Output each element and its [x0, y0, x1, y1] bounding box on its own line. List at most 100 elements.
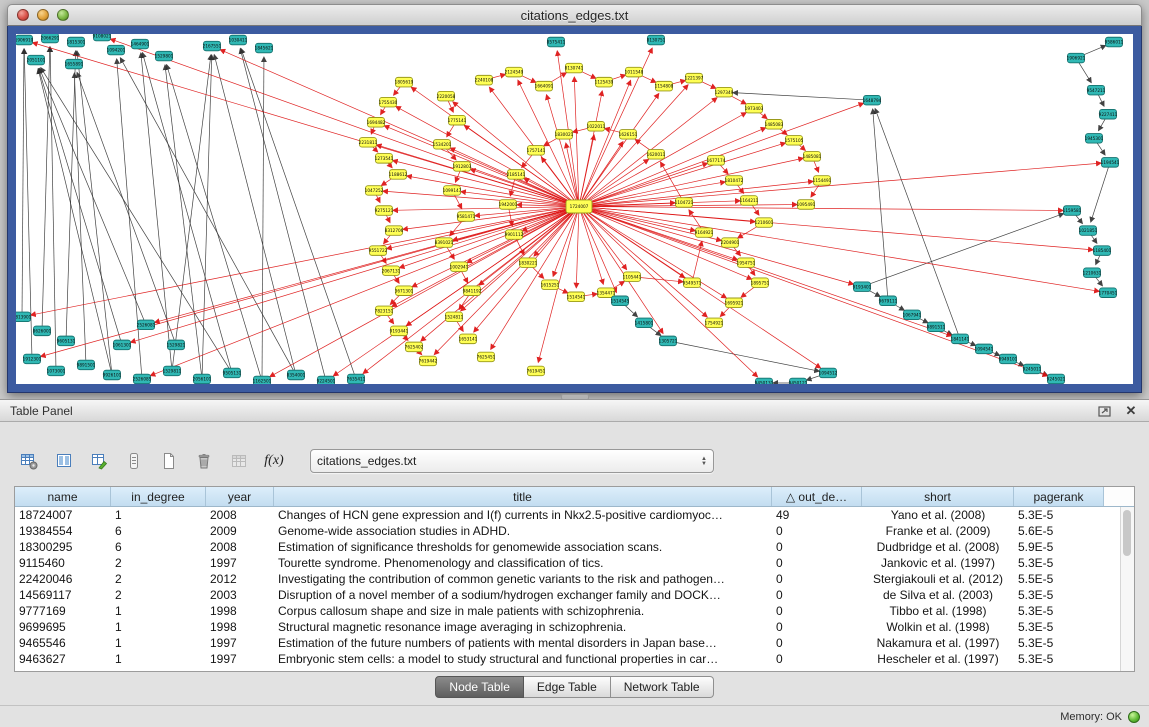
- graph-node[interactable]: 8391021: [435, 238, 454, 248]
- graph-node[interactable]: 1529801: [155, 51, 174, 61]
- graph-node[interactable]: 8130751: [647, 35, 666, 45]
- graph-node[interactable]: 1677174: [707, 156, 726, 166]
- column-header-5[interactable]: short: [862, 487, 1014, 506]
- graph-node[interactable]: 1164211: [740, 196, 759, 206]
- graph-node[interactable]: 1485081: [803, 152, 822, 162]
- graph-node[interactable]: 9841192: [463, 286, 482, 296]
- graph-node[interactable]: 1273541: [375, 154, 394, 164]
- graph-node[interactable]: 1485083: [765, 119, 784, 129]
- graph-node[interactable]: 1775141: [448, 115, 467, 125]
- graph-node[interactable]: 1415801: [635, 318, 654, 328]
- graph-node[interactable]: 9901112: [505, 230, 524, 240]
- graph-node[interactable]: 9245011: [1023, 364, 1042, 374]
- graph-node[interactable]: 1297349: [715, 87, 734, 97]
- graph-node[interactable]: 8130741: [565, 63, 584, 73]
- graph-node[interactable]: 9547211: [1087, 85, 1106, 95]
- graph-node[interactable]: 9193441: [390, 326, 409, 336]
- graph-node[interactable]: 1529821: [167, 340, 186, 350]
- graph-node[interactable]: 2526085: [133, 374, 152, 384]
- graph-node[interactable]: 1125439: [595, 77, 614, 87]
- graph-node[interactable]: 1620011: [647, 150, 666, 160]
- graph-node[interactable]: 1757141: [527, 146, 546, 156]
- graph-node[interactable]: 2204901: [721, 238, 740, 248]
- graph-node[interactable]: 1154808: [655, 81, 674, 91]
- graph-node[interactable]: 1221397: [685, 73, 704, 83]
- table-row[interactable]: 946362711997Embryonic stem cells: a mode…: [15, 651, 1134, 667]
- graph-node[interactable]: 1815301: [67, 37, 86, 47]
- graph-node[interactable]: 9679111: [879, 296, 898, 306]
- graph-node[interactable]: 1524811: [445, 312, 464, 322]
- graph-node[interactable]: 1021851: [1079, 226, 1098, 236]
- graph-node[interactable]: 9505131: [223, 368, 242, 378]
- graph-node[interactable]: 9605131: [57, 336, 76, 346]
- graph-node[interactable]: 2051101: [27, 55, 46, 65]
- close-window-button[interactable]: [17, 9, 29, 21]
- table-selector-dropdown[interactable]: citations_edges.txt ▲▼: [310, 449, 714, 473]
- graph-node[interactable]: 1154491: [813, 176, 832, 186]
- graph-node[interactable]: 1841141: [951, 334, 970, 344]
- close-panel-icon[interactable]: ✕: [1123, 404, 1139, 418]
- graph-node[interactable]: 1895751: [751, 278, 770, 288]
- function-builder-icon[interactable]: f(x): [261, 448, 287, 474]
- graph-node[interactable]: 3671301: [395, 286, 414, 296]
- graph-node[interactable]: 9581471: [457, 212, 476, 222]
- graph-node[interactable]: 1185401: [1093, 246, 1112, 256]
- graph-node[interactable]: 1830221: [519, 258, 538, 268]
- table-row[interactable]: 969969511998Structural magnetic resonanc…: [15, 619, 1134, 635]
- tab-network-table[interactable]: Network Table: [611, 676, 714, 698]
- graph-node[interactable]: 1954751: [737, 258, 756, 268]
- graph-node[interactable]: 1162501: [253, 376, 272, 384]
- graph-node[interactable]: 1615251: [541, 280, 560, 290]
- graph-node[interactable]: 2185141: [507, 170, 526, 180]
- graph-hub-node[interactable]: 1724007: [566, 200, 592, 213]
- graph-node[interactable]: 2231811: [359, 138, 378, 148]
- graph-node[interactable]: 7625402: [405, 342, 424, 352]
- graph-node[interactable]: 8312706: [385, 226, 404, 236]
- graph-node[interactable]: 1626151: [619, 130, 638, 140]
- graph-node[interactable]: 1030411: [229, 35, 248, 45]
- graph-node[interactable]: 1906921: [1067, 53, 1086, 63]
- column-header-0[interactable]: name: [15, 487, 111, 506]
- graph-node[interactable]: 1754921: [705, 318, 724, 328]
- graph-node[interactable]: 1464901: [131, 39, 150, 49]
- new-column-icon[interactable]: [156, 448, 182, 474]
- graph-node[interactable]: 1514541: [567, 292, 586, 302]
- table-row[interactable]: 1830029562008Estimation of significance …: [15, 539, 1134, 555]
- table-row[interactable]: 911546021997Tourette syndrome. Phenomeno…: [15, 555, 1134, 571]
- graph-node[interactable]: 1094201: [107, 45, 126, 55]
- graph-node[interactable]: 1188612: [389, 170, 408, 180]
- graph-node[interactable]: 1655891: [65, 59, 84, 69]
- network-view[interactable]: 1724007180561917554301694482223181112735…: [16, 34, 1133, 384]
- graph-node[interactable]: 9108021: [93, 34, 112, 41]
- graph-node[interactable]: 1073001: [47, 366, 66, 376]
- graph-node[interactable]: 8575411: [547, 37, 566, 47]
- column-header-2[interactable]: year: [206, 487, 274, 506]
- column-header-1[interactable]: in_degree: [111, 487, 206, 506]
- table-row[interactable]: 1938455462009Genome-wide association stu…: [15, 523, 1134, 539]
- graph-node[interactable]: 1194541: [1101, 158, 1120, 168]
- column-header-3[interactable]: title: [274, 487, 772, 506]
- graph-node[interactable]: 1514545: [611, 296, 630, 306]
- table-row[interactable]: 1456911722003Disruption of a novel membe…: [15, 587, 1134, 603]
- graph-node[interactable]: 8354001: [287, 370, 306, 380]
- graph-node[interactable]: 1210631: [1083, 268, 1102, 278]
- graph-node[interactable]: 9891511: [927, 322, 946, 332]
- graph-node[interactable]: 7625451: [477, 352, 496, 362]
- table-row[interactable]: 977716911998Corpus callosum shape and si…: [15, 603, 1134, 619]
- graph-node[interactable]: 1664091: [535, 81, 554, 91]
- graph-node[interactable]: 9224501: [317, 376, 336, 384]
- edit-column-icon[interactable]: [86, 448, 112, 474]
- graph-node[interactable]: 1912301: [23, 354, 42, 364]
- graph-node[interactable]: 1945301: [1085, 134, 1104, 144]
- graph-node[interactable]: 9227411: [1099, 109, 1118, 119]
- graph-node[interactable]: 1011548: [625, 67, 644, 77]
- graph-node[interactable]: 1047252: [365, 186, 384, 196]
- graph-node[interactable]: 1942001: [499, 200, 518, 210]
- graph-node[interactable]: 8626001: [33, 326, 52, 336]
- graph-node[interactable]: 1810472: [725, 176, 744, 186]
- graph-node[interactable]: 9926101: [103, 370, 122, 380]
- graph-node[interactable]: 1094512: [819, 368, 838, 378]
- graph-node[interactable]: 1694482: [367, 117, 386, 127]
- tab-edge-table[interactable]: Edge Table: [524, 676, 611, 698]
- tab-node-table[interactable]: Node Table: [435, 676, 524, 698]
